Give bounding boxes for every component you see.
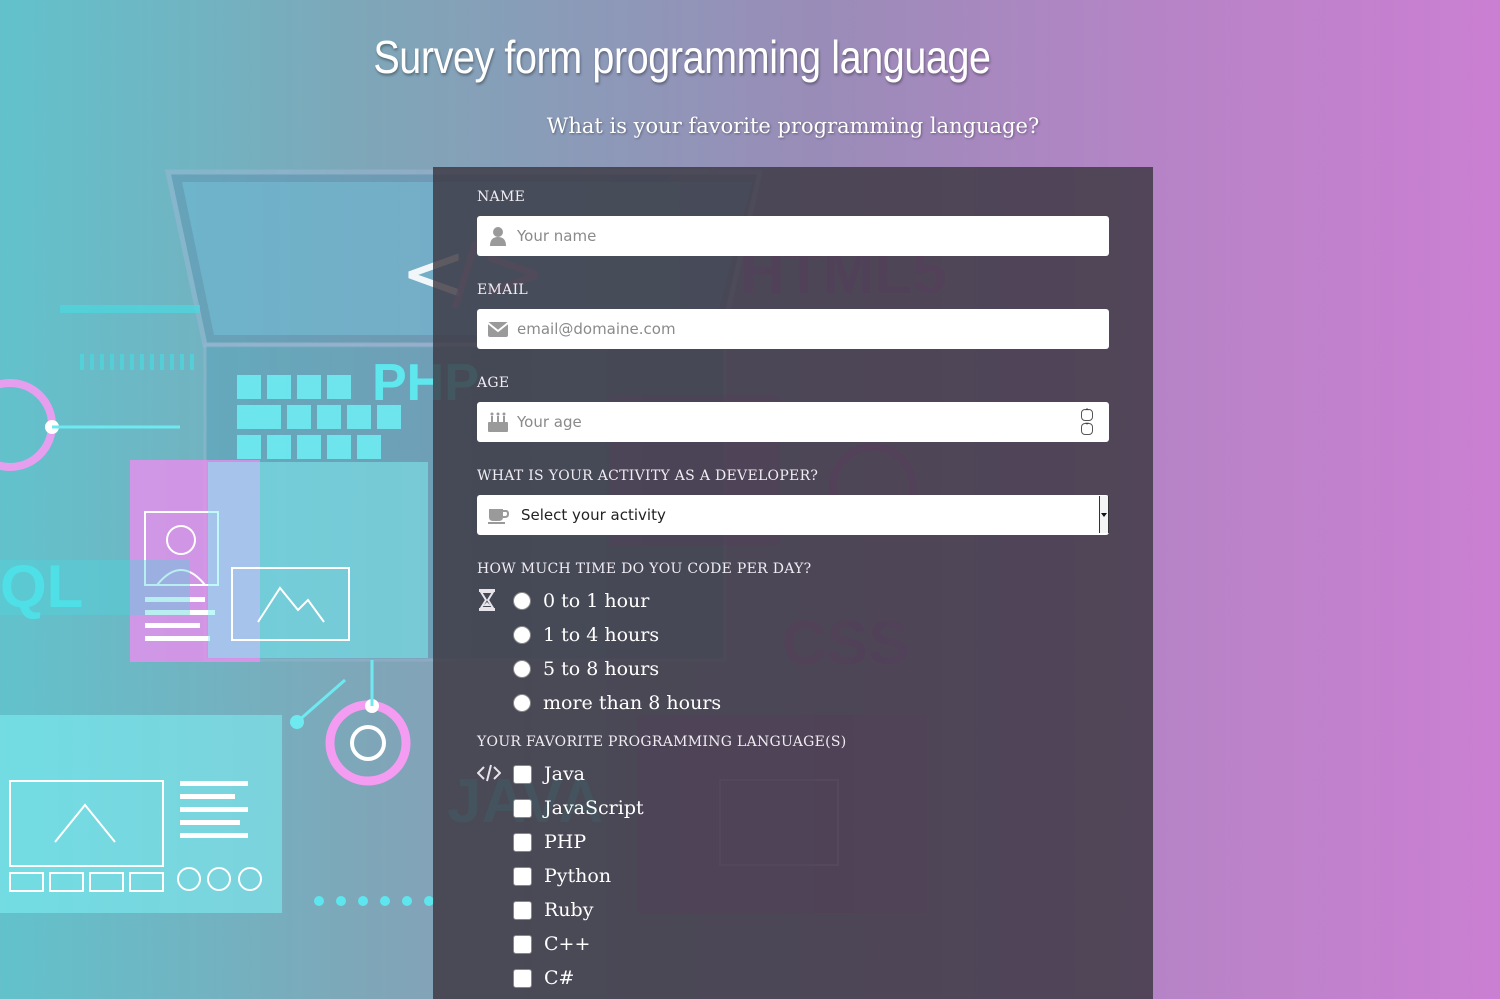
chevron-down-icon[interactable] xyxy=(1099,496,1109,533)
age-label: AGE xyxy=(477,375,510,391)
checkbox[interactable] xyxy=(513,798,532,818)
checkbox[interactable] xyxy=(513,832,532,852)
time-option-label: more than 8 hours xyxy=(543,692,722,714)
time-label: HOW MUCH TIME DO YOU CODE PER DAY? xyxy=(477,561,812,577)
language-option-label: Python xyxy=(544,865,612,887)
name-label: NAME xyxy=(477,189,526,205)
age-stepper[interactable]: ˄ ˅ xyxy=(1081,409,1093,435)
checkbox[interactable] xyxy=(513,934,532,954)
language-option[interactable]: PHP xyxy=(513,827,586,857)
stepper-down-icon[interactable]: ˅ xyxy=(1081,423,1093,435)
activity-label: WHAT IS YOUR ACTIVITY AS A DEVELOPER? xyxy=(477,468,819,484)
language-option[interactable]: Ruby xyxy=(513,895,593,925)
language-option-label: JavaScript xyxy=(544,797,644,819)
time-option-label: 0 to 1 hour xyxy=(543,590,650,612)
stepper-up-icon[interactable]: ˄ xyxy=(1081,409,1093,421)
age-field[interactable]: ˄ ˅ xyxy=(477,402,1109,442)
birthday-cake-icon xyxy=(487,411,509,433)
time-option[interactable]: 0 to 1 hour xyxy=(513,586,649,616)
language-option[interactable]: Python xyxy=(513,861,611,891)
radio-button[interactable] xyxy=(513,694,531,712)
checkbox[interactable] xyxy=(513,866,532,886)
activity-selected-value: Select your activity xyxy=(521,506,666,524)
radio-button[interactable] xyxy=(513,626,531,644)
language-option-label: PHP xyxy=(544,831,587,853)
svg-text:QL: QL xyxy=(0,553,83,620)
time-option[interactable]: 1 to 4 hours xyxy=(513,620,659,650)
time-option[interactable]: more than 8 hours xyxy=(513,688,721,718)
survey-form: NAME EMAIL AGE ˄ ˅ WHAT IS YOUR ACTIVITY… xyxy=(433,167,1153,999)
time-option[interactable]: 5 to 8 hours xyxy=(513,654,659,684)
language-option-label: C++ xyxy=(544,933,591,955)
language-option[interactable]: JavaScript xyxy=(513,793,644,823)
envelope-icon xyxy=(487,318,509,340)
radio-button[interactable] xyxy=(513,592,531,610)
time-option-label: 1 to 4 hours xyxy=(543,624,660,646)
user-icon xyxy=(487,225,509,247)
name-field[interactable] xyxy=(477,216,1109,256)
languages-label: YOUR FAVORITE PROGRAMMING LANGUAGE(S) xyxy=(477,734,847,750)
checkbox[interactable] xyxy=(513,968,532,988)
activity-select[interactable]: Select your activity xyxy=(477,495,1109,535)
checkbox[interactable] xyxy=(513,764,532,784)
language-option[interactable]: Java xyxy=(513,759,585,789)
email-label: EMAIL xyxy=(477,282,528,298)
time-option-label: 5 to 8 hours xyxy=(543,658,660,680)
page-title: Survey form programming language xyxy=(373,31,991,83)
language-option[interactable]: C++ xyxy=(513,929,590,959)
hourglass-icon xyxy=(477,589,497,611)
code-icon xyxy=(476,764,502,786)
language-option-label: C# xyxy=(544,967,575,989)
email-input[interactable] xyxy=(517,309,1077,349)
age-input[interactable] xyxy=(517,402,1077,442)
checkbox[interactable] xyxy=(513,900,532,920)
page-description: What is your favorite programming langua… xyxy=(546,114,1040,138)
language-option-label: Ruby xyxy=(544,899,594,921)
name-input[interactable] xyxy=(517,216,1077,256)
language-option[interactable]: C# xyxy=(513,963,574,993)
language-option-label: Java xyxy=(544,763,586,785)
email-field[interactable] xyxy=(477,309,1109,349)
coffee-cup-icon xyxy=(487,504,510,526)
radio-button[interactable] xyxy=(513,660,531,678)
